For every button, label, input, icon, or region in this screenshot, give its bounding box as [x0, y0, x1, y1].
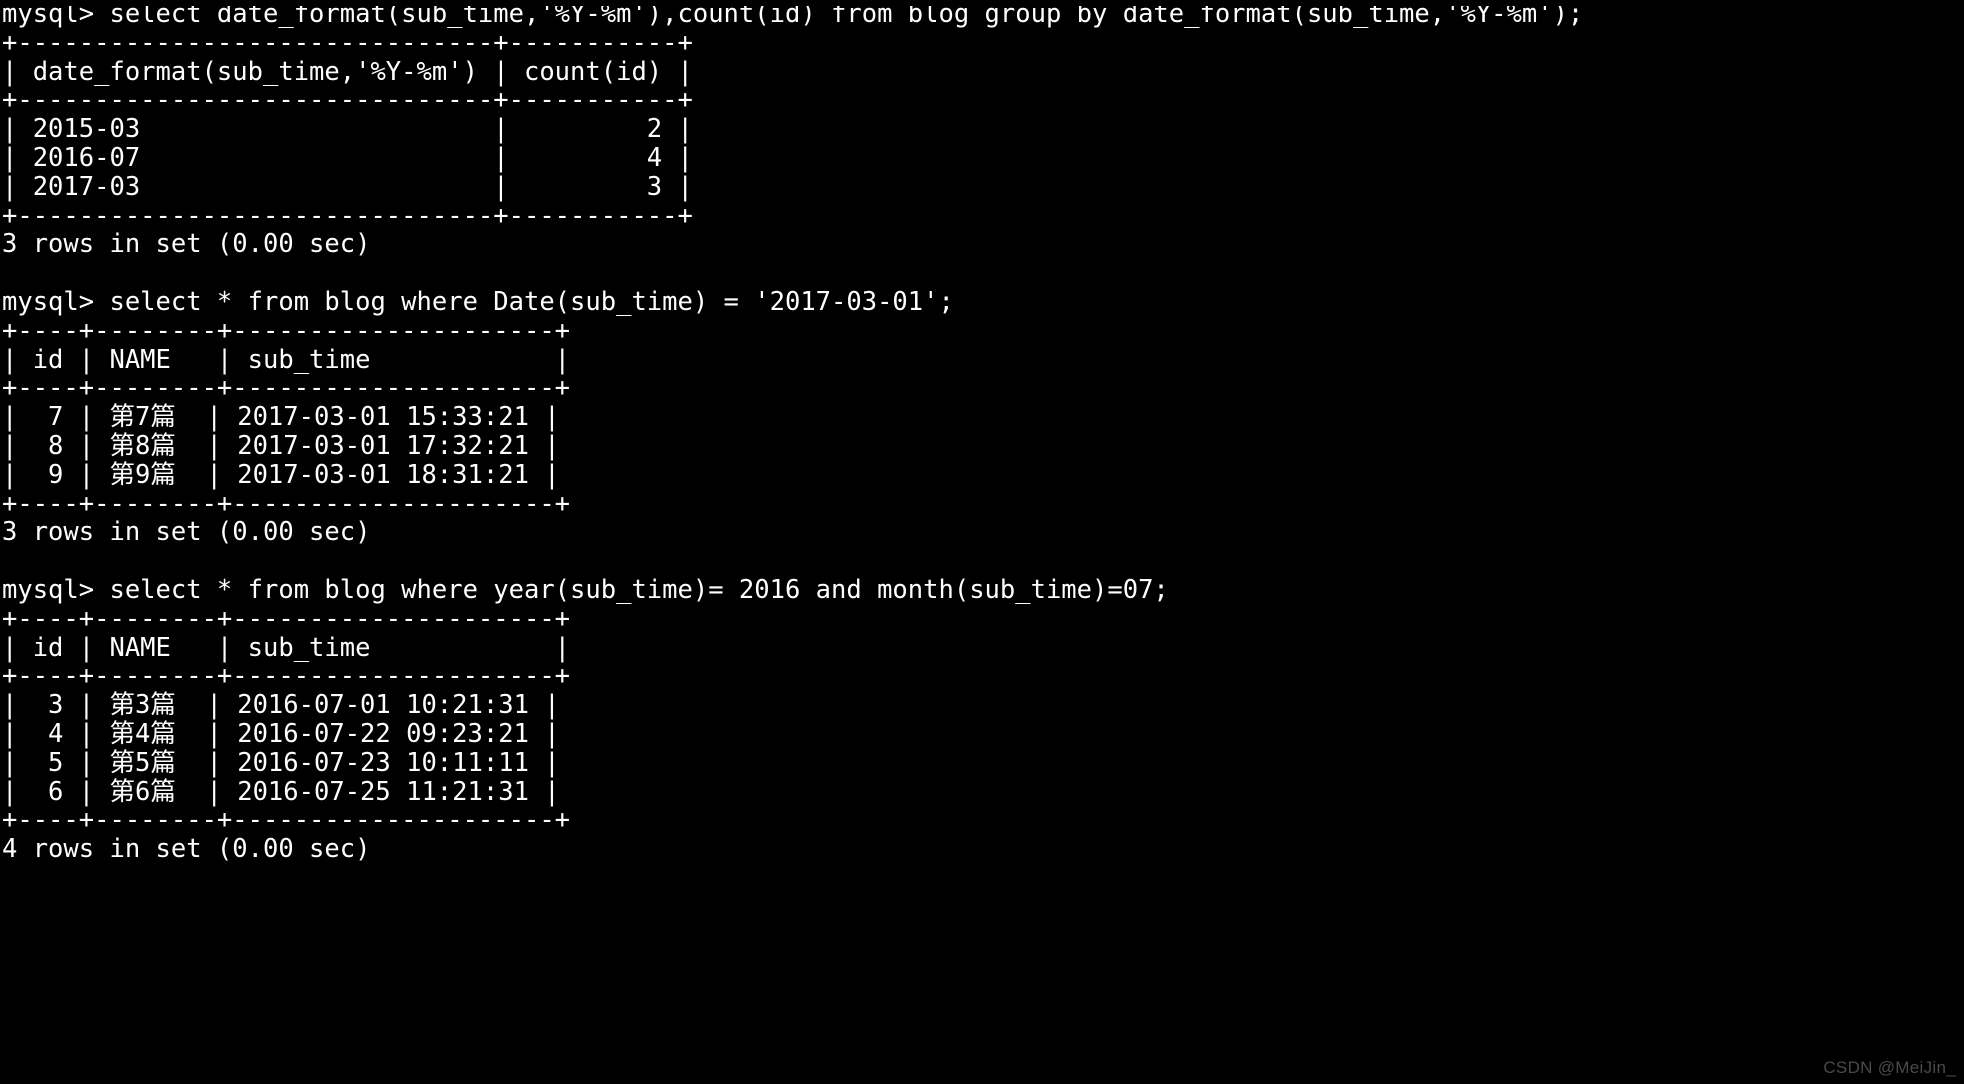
terminal-line: +----+--------+---------------------+ [2, 488, 571, 519]
terminal-line: | 2015-03 | 2 | [2, 114, 693, 145]
terminal-line: | 2016-07 | 4 | [2, 142, 693, 173]
terminal-line: +-------------------------------+-------… [2, 85, 693, 116]
terminal-line: 3 rows in set (0.00 sec) [2, 229, 371, 260]
terminal-line: | 2017-03 | 3 | [2, 171, 693, 202]
terminal-output[interactable]: mysql> select date_format(sub_time,'%Y-%… [0, 0, 1964, 1084]
terminal-line: | 6 | 第6篇 | 2016-07-25 11:21:31 | [2, 776, 560, 807]
terminal-line: | 3 | 第3篇 | 2016-07-01 10:21:31 | [2, 690, 560, 721]
terminal-line: | id | NAME | sub_time | [2, 344, 571, 375]
terminal-line: | 4 | 第4篇 | 2016-07-22 09:23:21 | [2, 718, 560, 749]
terminal-line: +----+--------+---------------------+ [2, 315, 571, 346]
terminal-line: | date_format(sub_time,'%Y-%m') | count(… [2, 56, 693, 87]
terminal-line: 3 rows in set (0.00 sec) [2, 517, 371, 548]
terminal-line: | 5 | 第5篇 | 2016-07-23 10:11:11 | [2, 747, 560, 778]
terminal-line: +----+--------+---------------------+ [2, 805, 571, 836]
scrollback-clip [0, 0, 1964, 6]
terminal-line: | 8 | 第8篇 | 2017-03-01 17:32:21 | [2, 430, 560, 461]
terminal-line: | 7 | 第7篇 | 2017-03-01 15:33:21 | [2, 402, 560, 433]
terminal-line: +-------------------------------+-------… [2, 200, 693, 231]
terminal-line: +----+--------+---------------------+ [2, 661, 571, 692]
terminal-line: | id | NAME | sub_time | [2, 632, 571, 663]
terminal-line: +-------------------------------+-------… [2, 27, 693, 58]
terminal-line: +----+--------+---------------------+ [2, 373, 571, 404]
watermark: CSDN @MeiJin_ [1823, 1058, 1956, 1077]
terminal-line: 4 rows in set (0.00 sec) [2, 834, 371, 865]
terminal-line: mysql> select * from blog where Date(sub… [2, 286, 954, 317]
terminal-line: +----+--------+---------------------+ [2, 603, 571, 634]
terminal-line: mysql> select * from blog where year(sub… [2, 574, 1169, 605]
terminal-line: | 9 | 第9篇 | 2017-03-01 18:31:21 | [2, 459, 560, 490]
